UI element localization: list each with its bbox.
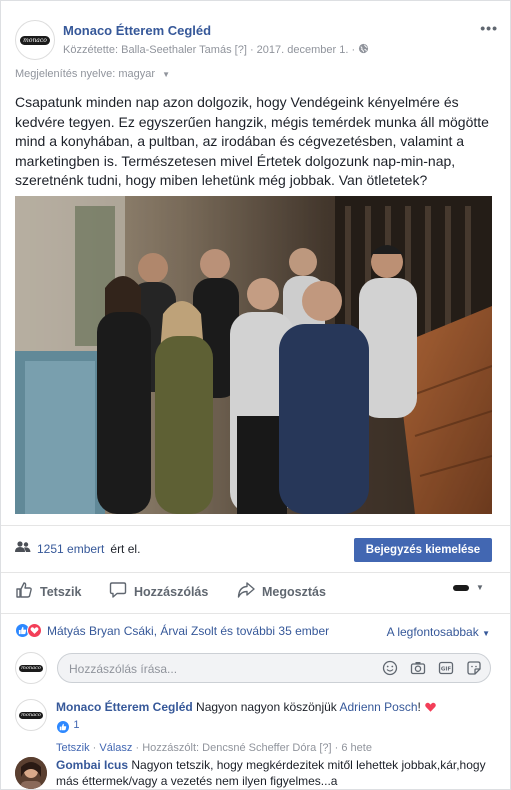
reach-count[interactable]: 1251 embert [37,542,104,556]
share-arrow-icon [237,581,255,602]
people-icon [15,541,31,556]
share-label: Megosztás [262,584,326,599]
comment-author[interactable]: Monaco Étterem Cegléd [56,700,193,714]
composer-logo: monaco [19,664,43,672]
comment-body: Gombai Icus Nagyon tetszik, hogy megkérd… [56,757,496,789]
language-selector[interactable]: Megjelenítés nyelve: magyar ▼ [15,68,170,80]
post-photo[interactable] [15,196,492,514]
author-name[interactable]: Balla-Seethaler Tamás [121,44,231,56]
page-name-link[interactable]: Monaco Étterem Cegléd [63,23,211,38]
share-button[interactable]: Megosztás [237,581,326,602]
reach-stats: 1251 embert ért el. [15,541,140,556]
chevron-down-icon: ▼ [482,629,490,638]
comment-avatar-logo: monaco [19,711,43,719]
comment-button[interactable]: Hozzászólás [109,581,208,602]
globe-icon[interactable] [358,43,369,56]
like-reaction-icon [56,720,70,734]
composer-avatar: monaco [15,652,47,684]
camera-icon[interactable] [410,660,426,679]
page-logo-small-icon [453,584,469,591]
emoji-icon[interactable] [382,660,398,679]
divider [1,613,510,614]
more-options-icon[interactable]: ••• [480,20,498,36]
comment-text-end: ! [417,700,421,714]
post-as-selector[interactable]: ▼ [453,583,484,592]
comment-mention[interactable]: Adrienn Posch [339,700,417,714]
comment-by-tag[interactable]: [?] [319,742,331,754]
comment-composer: monaco Hozzászólás írása... GIF [15,651,495,685]
comment-reply-link[interactable]: Válasz [99,742,132,754]
meta-dot-2: · [351,44,356,56]
comment-actions: Tetszik · Válasz · Hozzászólt: Dencsné S… [56,742,372,754]
reactions-summary[interactable]: Mátyás Bryan Csáki, Árvai Zsolt és továb… [15,623,329,638]
comment-by-prefix: Hozzászólt: [142,742,200,754]
post-date[interactable]: 2017. december 1. [257,44,349,56]
gif-icon[interactable]: GIF [438,660,454,679]
sticker-icon[interactable] [466,660,482,679]
sort-label: A legfontosabbak [386,625,479,639]
svg-text:GIF: GIF [441,667,452,673]
like-button[interactable]: Tetszik [15,581,81,602]
comment-author[interactable]: Gombai Icus [56,758,128,772]
chevron-down-icon: ▼ [162,70,170,79]
comment-label: Hozzászólás [134,584,209,599]
post-actions: Tetszik Hozzászólás Megosztás ▼ [1,573,510,611]
team-photo-illustration [15,196,492,514]
comment-like-link[interactable]: Tetszik [56,742,90,754]
post-text: Csapatunk minden nap azon dolgozik, hogy… [15,94,489,188]
comment-text: Nagyon nagyon köszönjük [196,700,337,714]
love-reaction-icon [27,623,42,638]
reach-suffix: ért el. [110,541,141,556]
page-avatar[interactable]: monaco [15,20,55,60]
meta-prefix: Közzétette: [63,44,119,56]
language-label: Megjelenítés nyelve: magyar [15,68,156,80]
author-tag[interactable]: [?] [235,44,247,56]
post-header: monaco Monaco Étterem Cegléd Közzétette:… [15,16,498,66]
comment-avatar[interactable]: monaco [15,699,47,731]
heart-emoji-icon [424,700,437,714]
divider [1,525,510,526]
post-meta: Közzétette: Balla-Seethaler Tamás [?] · … [63,43,369,56]
comment-time[interactable]: 6 hete [341,742,372,754]
comment-like-count[interactable]: 1 [56,716,496,734]
chevron-down-icon: ▼ [476,583,484,592]
comment-by-name[interactable]: Dencsné Scheffer Dóra [202,742,316,754]
reactors-text[interactable]: Mátyás Bryan Csáki, Árvai Zsolt és továb… [47,624,329,638]
like-label: Tetszik [40,584,82,599]
page-logo: monaco [20,35,50,45]
meta-dot: · [249,44,254,56]
comment-sort-dropdown[interactable]: A legfontosabbak ▼ [387,625,490,639]
comment-avatar[interactable] [15,757,47,789]
comment-input[interactable]: Hozzászólás írása... GIF [57,653,491,683]
comment-placeholder: Hozzászólás írása... [69,662,178,676]
thumbs-up-icon [15,581,33,602]
comment-body: Monaco Étterem Cegléd Nagyon nagyon kösz… [56,699,496,756]
boost-post-button[interactable]: Bejegyzés kiemelése [354,538,492,562]
like-count: 1 [73,719,80,731]
comment-bubble-icon [109,581,127,602]
comment-input-icons: GIF [382,660,482,679]
post-card: monaco Monaco Étterem Cegléd Közzétette:… [0,0,511,790]
